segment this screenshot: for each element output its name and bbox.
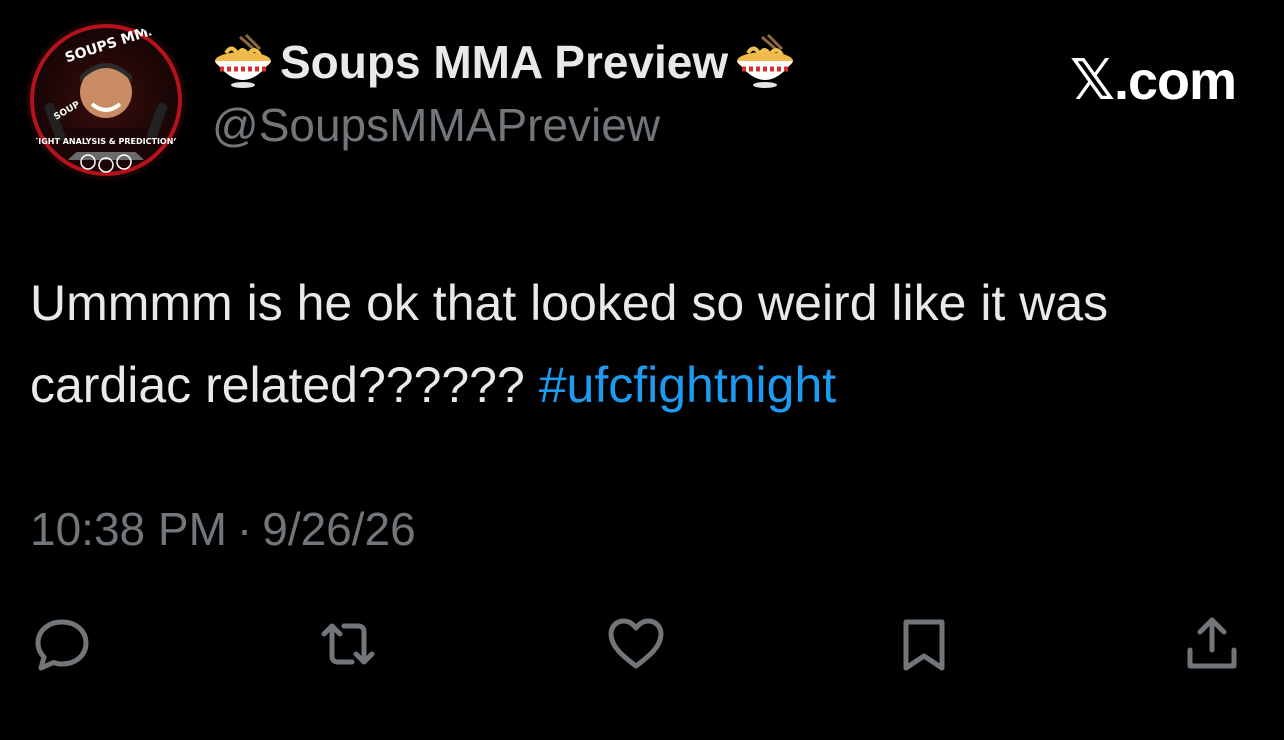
brand-suffix: .com	[1113, 50, 1237, 111]
display-name[interactable]: Soups MMA Preview	[212, 30, 796, 94]
share-icon	[1187, 617, 1237, 669]
tweet-date: 9/26/26	[262, 503, 416, 555]
display-name-text: Soups MMA Preview	[280, 36, 729, 88]
avatar-bottom-text: FIGHT ANALYSIS & PREDICTIONS	[33, 137, 180, 146]
heart-icon	[608, 618, 664, 669]
repost-button[interactable]	[312, 608, 384, 680]
like-button[interactable]	[600, 608, 672, 680]
timestamp-separator: ·	[236, 503, 253, 555]
x-brand-logo: 𝕏 .com	[1069, 48, 1237, 113]
tweet-timestamp[interactable]: 10:38 PM · 9/26/26	[30, 502, 416, 556]
soup-bowl-icon	[734, 33, 796, 91]
avatar[interactable]: SOUPS MMA PREVIEW SOUP FIGHT ANALYSIS & …	[26, 20, 186, 180]
soup-bowl-icon	[212, 33, 274, 91]
reply-icon	[35, 619, 89, 671]
user-handle[interactable]: @SoupsMMAPreview	[212, 98, 660, 152]
tweet-action-bar	[0, 608, 1284, 688]
x-logo-icon: 𝕏	[1069, 48, 1115, 113]
soups-mma-preview-logo-icon: SOUPS MMA PREVIEW SOUP FIGHT ANALYSIS & …	[26, 20, 186, 180]
repost-icon	[321, 623, 375, 665]
share-button[interactable]	[1176, 608, 1248, 680]
tweet-time: 10:38 PM	[30, 503, 227, 555]
bookmark-button[interactable]	[888, 608, 960, 680]
tweet-text: Ummmm is he ok that looked so weird like…	[30, 262, 1250, 426]
bookmark-icon	[903, 619, 945, 671]
reply-button[interactable]	[26, 608, 98, 680]
hashtag-link[interactable]: #ufcfightnight	[539, 357, 836, 413]
